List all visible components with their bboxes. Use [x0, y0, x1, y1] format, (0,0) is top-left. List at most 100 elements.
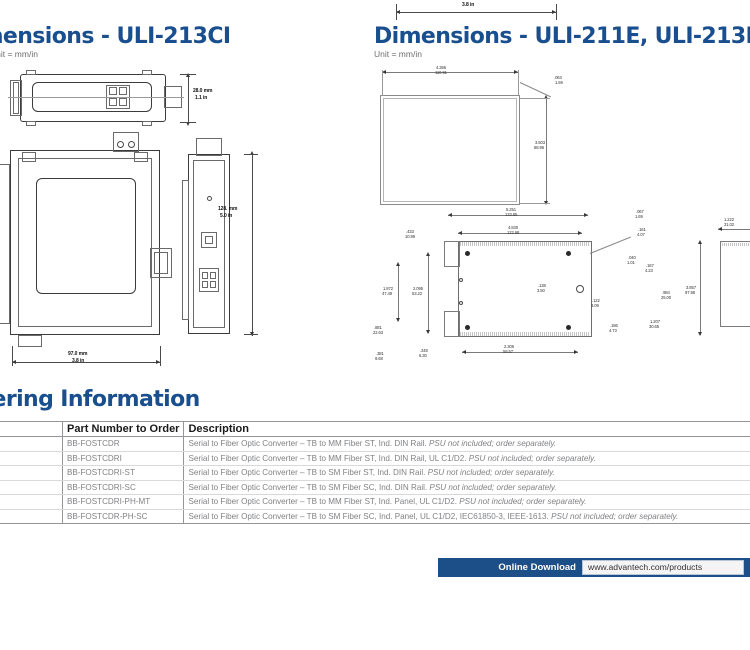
plate-b3-in: 58.57 [503, 349, 513, 354]
mounting-plate-top-hatch [460, 242, 590, 246]
side-view-height-dim-line [252, 154, 253, 336]
side-view-port-lower-pin-3 [202, 281, 208, 288]
cell-part-number: BB-FOSTCDRI [62, 451, 185, 466]
plate-b3-dim-line [462, 352, 578, 353]
table-row: ULI-211E BB-FOSTCDRI-PH-MT Serial to Fib… [0, 494, 750, 510]
front-view-width-ext-left [12, 346, 13, 366]
plate-h-arrow-down [396, 318, 400, 322]
mounting-hole-center-upper [459, 278, 463, 282]
online-download-label: Online Download [498, 562, 576, 573]
overall-height-in: 97.98 [685, 290, 695, 295]
top-view-height-dim-line [188, 76, 189, 124]
plate-inner-width-arrow-right [578, 231, 582, 235]
front-view-width-in: 3.8 in [72, 358, 85, 364]
plate-h-dim-line [398, 265, 399, 321]
cell-model: ULI-213CI [0, 451, 63, 466]
front-plate-height-ext-bottom [520, 203, 550, 204]
description-note: PSU not included; order separately. [551, 511, 679, 521]
mounting-plate-bottom-hatch [460, 332, 590, 336]
side-view-port-lower-pin-2 [210, 272, 216, 279]
side-view-port-lower-pin-1 [202, 272, 208, 279]
left-dimension-drawings: 28.0 mm 1.1 in 97.0 mm 3.8 in 128. mm 5.… [0, 60, 300, 380]
side-view-top-cap [196, 138, 222, 156]
front-plate-width-dim-line [382, 72, 518, 73]
top-view-height-ext-bottom [180, 122, 196, 123]
front-view-clip-right [134, 152, 148, 162]
front-plate-inner [383, 98, 517, 202]
ordering-information-table: Part Number to Order Description ULI-213… [0, 421, 750, 524]
front-view-terminal-screw-2 [128, 141, 135, 148]
plate-h-arrow-up [396, 262, 400, 266]
table-header-row: Part Number to Order Description [0, 421, 750, 437]
front-view-clip-left [22, 152, 36, 162]
front-view-foot [18, 335, 42, 347]
cell-model: ULI-211E [0, 494, 63, 510]
top-view-terminal-pin-3 [109, 98, 117, 106]
mounting-hole-bottom-right [566, 325, 571, 330]
side-profile-body [720, 241, 750, 327]
front-plate-height-dim-line [546, 98, 547, 204]
top-view-drawing: 28.0 mm 1.1 in [0, 68, 230, 130]
cell-part-number: BB-FOSTCDRI-ST [62, 465, 185, 481]
plate-width-arrow-right [584, 213, 588, 217]
table-row: ULI-213C BB-FOSTCDR Serial to Fiber Opti… [0, 436, 750, 452]
radius-3-in: 1.01 [627, 260, 635, 265]
column-header-model [0, 421, 63, 437]
mounting-hole-top-right [566, 251, 571, 256]
detail-d3-in: 25.00 [661, 295, 671, 300]
top-view-terminal-pin-2 [119, 87, 127, 95]
plate-width-dim-line [448, 215, 588, 216]
side-view-height-in: 5.0 in [220, 213, 233, 219]
top-view-height-ext-top [180, 74, 196, 75]
description-text: Serial to Fiber Optic Converter – TB to … [188, 453, 467, 463]
table-row: ULI-213CI BB-FOSTCDRI-SC Serial to Fiber… [0, 480, 750, 495]
radius-1-in: 1.69 [635, 214, 643, 219]
description-note: PSU not included; order separately. [429, 482, 557, 492]
top-view-terminal-pin-4 [119, 98, 127, 106]
front-plate-width-ext-left [382, 70, 383, 96]
plate-inner-width-in: 122.68 [507, 230, 520, 235]
top-view-foot-left [26, 121, 36, 126]
overall-height-arrow-down [698, 332, 702, 336]
plate-h2-dim-line [428, 255, 429, 333]
description-text: Serial to Fiber Optic Converter – TB to … [188, 511, 549, 521]
left-dimensions-title: Dimensions - ULI-213CI [0, 24, 231, 49]
download-url-field[interactable]: www.advantech.com/products [582, 559, 744, 576]
right-dimension-drawings: 4.366 110.91 .063 1.59 3.503 88.96 5.251… [366, 0, 750, 380]
radius-2-in: 4.07 [637, 232, 645, 237]
front-view-width-ext-right [160, 346, 161, 366]
table-row: ULI-213E BB-FOSTCDR-PH-SC Serial to Fibe… [0, 509, 750, 524]
table-row: ULI-213CI BB-FOSTCDRI-ST Serial to Fiber… [0, 465, 750, 481]
top-view-centerline [8, 97, 184, 98]
top-view-terminal-pin-1 [109, 87, 117, 95]
side-profile-width-dim-line [718, 229, 750, 230]
top-view-clip-right [142, 70, 152, 75]
cell-model: ULI-213CI [0, 465, 63, 481]
cell-description: Serial to Fiber Optic Converter – TB to … [183, 465, 750, 481]
plate-h-in: 47.49 [382, 291, 392, 296]
front-view-width-dim-line [12, 362, 160, 363]
cell-description: Serial to Fiber Optic Converter – TB to … [183, 509, 750, 524]
plate-h2-in: 53.22 [412, 291, 422, 296]
front-view-width-mm: 97.0 mm [68, 351, 88, 357]
front-plate-height-in: 88.96 [534, 145, 544, 150]
cell-model: ULI-213E [0, 509, 63, 524]
front-plate-radius-in: 1.59 [555, 80, 563, 85]
description-text: Serial to Fiber Optic Converter – TB to … [188, 468, 426, 477]
side-view-port-lower-pin-4 [210, 281, 216, 288]
ordering-information-title: Ordering Information [0, 387, 200, 412]
radius-leader-1 [589, 236, 631, 254]
cell-part-number: BB-FOSTCDR [62, 436, 185, 452]
plate-h3-in: 22.63 [373, 330, 383, 335]
front-view-face-plate [36, 178, 136, 294]
description-note: PSU not included; order separately. [468, 453, 596, 463]
side-view-left-rail [182, 180, 189, 320]
detail-d2-in: 4.23 [645, 268, 653, 273]
cell-part-number: BB-FOSTCDRI-PH-MT [62, 494, 185, 510]
front-plate-width-ext-right [518, 70, 519, 96]
table-row: ULI-213CI BB-FOSTCDRI Serial to Fiber Op… [0, 451, 750, 466]
mounting-hole-center-lower [459, 301, 463, 305]
plate-b3-arrow-right [574, 350, 578, 354]
side-view-height-mm: 128. mm [218, 206, 238, 212]
top-view-foot-right [142, 121, 152, 126]
